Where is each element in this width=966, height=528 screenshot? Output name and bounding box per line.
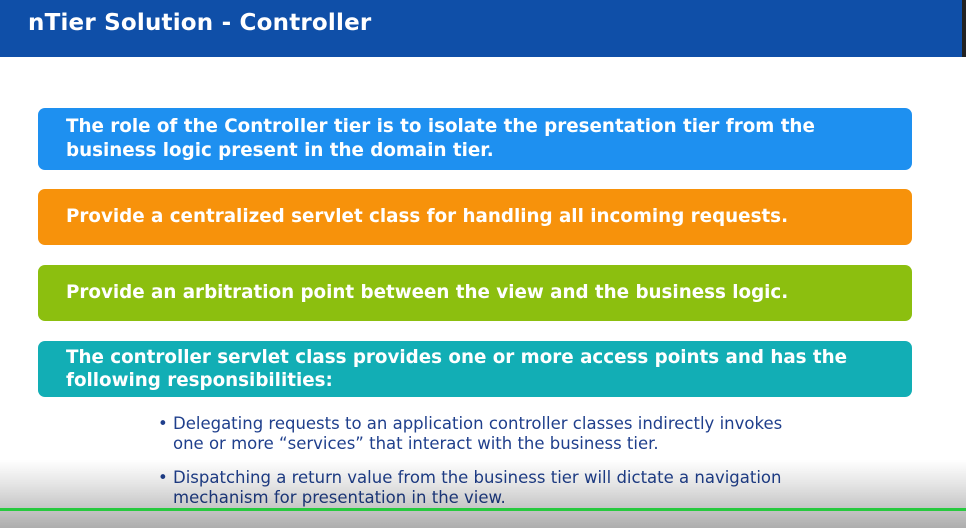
video-progress-bar[interactable] <box>0 508 966 511</box>
bullet-icon: • <box>158 414 168 433</box>
role-callout: The role of the Controller tier is to is… <box>38 108 912 170</box>
slide-title-bar: nTier Solution - Controller <box>0 0 966 57</box>
responsibilities-callout: The controller servlet class provides on… <box>38 341 912 397</box>
list-item: • Delegating requests to an application … <box>158 414 798 454</box>
bullet-text: Delegating requests to an application co… <box>173 414 783 453</box>
bullet-text: Dispatching a return value from the busi… <box>173 468 782 507</box>
list-item: • Dispatching a return value from the bu… <box>158 468 798 508</box>
centralized-servlet-callout: Provide a centralized servlet class for … <box>38 189 912 245</box>
responsibilities-list: • Delegating requests to an application … <box>158 414 798 522</box>
video-progress-fill <box>0 508 966 511</box>
arbitration-point-callout: Provide an arbitration point between the… <box>38 265 912 321</box>
title-bar-edge <box>962 0 966 57</box>
bullet-icon: • <box>158 468 168 487</box>
slide-title: nTier Solution - Controller <box>28 10 372 36</box>
